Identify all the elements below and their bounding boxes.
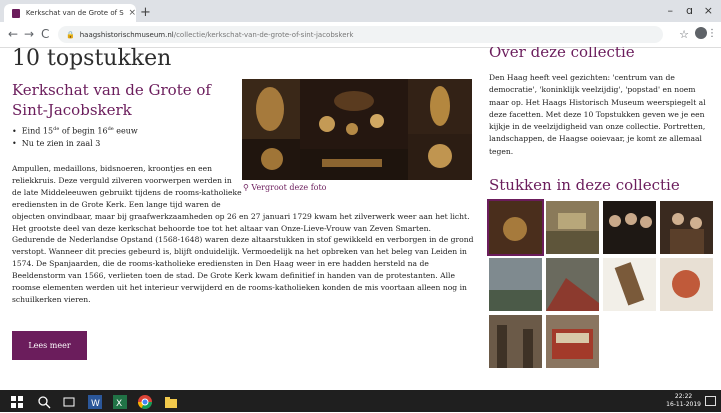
url-domain: haagshistorischmuseum.nl [79, 30, 174, 39]
svg-text:W: W [91, 399, 100, 409]
about-collection-heading: Over deze collectie [489, 47, 635, 61]
fact-date: Eind 15de of begin 16de eeuw [12, 123, 138, 138]
windows-start-icon[interactable] [10, 394, 24, 408]
thumbnail-4[interactable] [660, 201, 713, 254]
taskbar-clock[interactable]: 22:22 16-11-2019 [666, 393, 701, 409]
forward-arrow-icon[interactable]: → [24, 27, 34, 41]
thumbnail-8[interactable] [660, 258, 713, 311]
tab-close-icon[interactable]: × [128, 8, 136, 18]
thumbnail-3[interactable] [603, 201, 656, 254]
search-icon[interactable] [37, 394, 51, 409]
back-arrow-icon[interactable]: ← [8, 27, 18, 41]
thumbnail-7[interactable] [603, 258, 656, 311]
browser-tab-strip: Kerkschat van de Grote of Sint-Ja × + – … [0, 0, 721, 22]
chrome-app-icon[interactable] [138, 394, 152, 409]
clock-date: 16-11-2019 [666, 401, 701, 408]
window-close-button[interactable]: × [704, 4, 713, 17]
description-text: Ampullen, medaillons, bidsnoeren, kroont… [12, 164, 474, 304]
object-title: Kerkschat van de Grote of Sint-Jacobsker… [12, 81, 211, 119]
excel-app-icon[interactable]: X [113, 394, 127, 409]
maximize-button[interactable]: ɑ [686, 4, 693, 17]
read-more-button[interactable]: Lees meer [12, 331, 87, 360]
os-taskbar: W X 22:22 16-11-2019 [0, 390, 721, 412]
minimize-button[interactable]: – [668, 4, 674, 17]
thumbnail-2[interactable] [546, 201, 599, 254]
url-path: /collectie/kerkschat-van-de-grote-of-sin… [173, 30, 354, 39]
about-collection-text: Den Haag heeft veel gezichten: 'centrum … [489, 73, 706, 156]
word-app-icon[interactable]: W [88, 394, 102, 409]
svg-text:X: X [116, 399, 122, 409]
facts-list: Eind 15de of begin 16de eeuw Nu te zien … [12, 123, 138, 150]
menu-kebab-icon[interactable]: ⋮ [707, 28, 717, 39]
page-content: 10 topstukken Kerkschat van de Grote of … [0, 47, 721, 390]
account-icon[interactable] [695, 27, 707, 39]
tab-title: Kerkschat van de Grote of Sint-Ja [25, 9, 125, 17]
thumbnail-5[interactable] [489, 258, 542, 311]
task-view-icon[interactable] [62, 394, 76, 408]
thumbnail-9[interactable] [489, 315, 542, 368]
bookmark-star-icon[interactable]: ☆ [679, 28, 689, 41]
notification-icon[interactable] [705, 396, 716, 406]
address-bar-row: ← → C 🔒 haagshistorischmuseum.nl/collect… [0, 22, 721, 48]
new-tab-button[interactable]: + [140, 5, 151, 20]
lock-icon: 🔒 [66, 30, 75, 39]
thumbnail-6[interactable] [546, 258, 599, 311]
browser-tab[interactable]: Kerkschat van de Grote of Sint-Ja × [4, 4, 136, 22]
thumbnail-1[interactable] [487, 199, 544, 256]
pieces-heading: Stukken in deze collectie [489, 176, 680, 194]
clock-time: 22:22 [674, 393, 693, 400]
thumbnail-10[interactable] [546, 315, 599, 368]
fact-location: Nu te zien in zaal 3 [12, 138, 138, 150]
favicon-icon [12, 8, 20, 18]
url-field[interactable]: 🔒 haagshistorischmuseum.nl/collectie/ker… [58, 26, 663, 43]
reload-icon[interactable]: C [41, 27, 49, 41]
file-explorer-icon[interactable] [164, 394, 178, 408]
page-title: 10 topstukken [12, 47, 172, 71]
